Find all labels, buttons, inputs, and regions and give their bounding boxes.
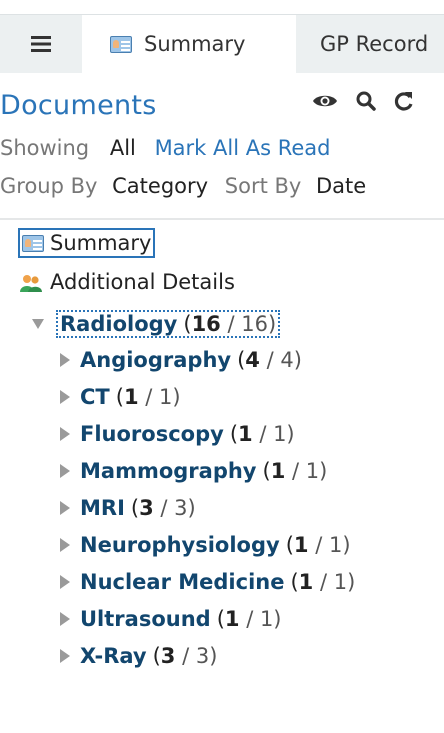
node-count: (1 / 1): [115, 385, 181, 409]
node-count: (16 / 16): [183, 312, 277, 336]
tab-summary[interactable]: Summary: [82, 15, 296, 73]
group-by-label: Group By: [0, 174, 98, 198]
caret-right-icon[interactable]: [60, 427, 70, 441]
showing-all-option[interactable]: All: [110, 136, 136, 160]
node-count: (1 / 1): [262, 459, 328, 483]
sort-by-label: Sort By: [224, 174, 302, 198]
sort-by-select[interactable]: Date: [316, 174, 366, 198]
eye-icon[interactable]: [312, 92, 338, 114]
node-count: (1 / 1): [285, 533, 351, 557]
radiology-focus: Radiology (16 / 16): [56, 310, 281, 338]
caret-right-icon[interactable]: [60, 464, 70, 478]
mark-all-read-link[interactable]: Mark All As Read: [155, 136, 331, 160]
node-name: Angiography: [80, 348, 232, 372]
tree-additional-label: Additional Details: [50, 270, 235, 294]
documents-title: Documents: [0, 90, 157, 121]
node-name: CT: [80, 385, 110, 409]
tree-node-x-ray[interactable]: X-Ray (3 / 3): [60, 644, 217, 668]
refresh-icon[interactable]: [394, 90, 414, 116]
tree-node-ct[interactable]: CT (1 / 1): [60, 385, 181, 409]
tree-node-nuclear-medicine[interactable]: Nuclear Medicine (1 / 1): [60, 570, 355, 594]
node-count: (3 / 3): [130, 496, 196, 520]
tab-gp-record[interactable]: GP Record: [296, 15, 444, 73]
hamburger-icon: [31, 36, 51, 52]
tree-node-angiography[interactable]: Angiography (4 / 4): [60, 348, 302, 372]
caret-down-icon[interactable]: [32, 319, 44, 329]
tree-node-radiology[interactable]: Radiology (16 / 16): [32, 310, 281, 338]
caret-right-icon[interactable]: [60, 390, 70, 404]
node-name: Neurophysiology: [80, 533, 280, 557]
tree-item-additional-details[interactable]: Additional Details: [20, 270, 235, 294]
tree-node-mri[interactable]: MRI (3 / 3): [60, 496, 196, 520]
node-name: Ultrasound: [80, 607, 211, 631]
tree-node-fluoroscopy[interactable]: Fluoroscopy (1 / 1): [60, 422, 295, 446]
node-name: Radiology: [60, 312, 178, 336]
header-actions: [312, 90, 414, 116]
caret-right-icon[interactable]: [60, 353, 70, 367]
people-icon: [20, 273, 42, 292]
caret-right-icon[interactable]: [60, 649, 70, 663]
node-name: Fluoroscopy: [80, 422, 224, 446]
tree-summary-label: Summary: [50, 231, 152, 255]
caret-right-icon[interactable]: [60, 501, 70, 515]
tree-node-neurophysiology[interactable]: Neurophysiology (1 / 1): [60, 533, 351, 557]
node-count: (1 / 1): [229, 422, 295, 446]
tree-node-mammography[interactable]: Mammography (1 / 1): [60, 459, 327, 483]
node-count: (4 / 4): [237, 348, 302, 372]
node-count: (1 / 1): [216, 607, 282, 631]
node-name: X-Ray: [80, 644, 147, 668]
tree-node-ultrasound[interactable]: Ultrasound (1 / 1): [60, 607, 282, 631]
showing-row: Showing All Mark All As Read: [0, 136, 330, 160]
menu-button[interactable]: [0, 15, 82, 73]
caret-right-icon[interactable]: [60, 575, 70, 589]
summary-card-icon: [110, 35, 132, 53]
showing-label: Showing: [0, 136, 90, 160]
caret-right-icon[interactable]: [60, 538, 70, 552]
tab-bar: Summary GP Record: [0, 14, 444, 73]
tab-gp-record-label: GP Record: [320, 32, 429, 56]
node-name: MRI: [80, 496, 125, 520]
tree-item-summary[interactable]: Summary: [18, 228, 156, 258]
section-divider: [0, 218, 444, 220]
summary-card-icon: [22, 234, 44, 252]
group-by-select[interactable]: Category: [112, 174, 208, 198]
caret-right-icon[interactable]: [60, 612, 70, 626]
node-name: Mammography: [80, 459, 257, 483]
node-count: (3 / 3): [152, 644, 218, 668]
tab-summary-label: Summary: [144, 32, 246, 56]
node-name: Nuclear Medicine: [80, 570, 285, 594]
search-icon[interactable]: [356, 91, 376, 115]
node-count: (1 / 1): [290, 570, 356, 594]
group-sort-row: Group By Category Sort By Date: [0, 174, 366, 198]
